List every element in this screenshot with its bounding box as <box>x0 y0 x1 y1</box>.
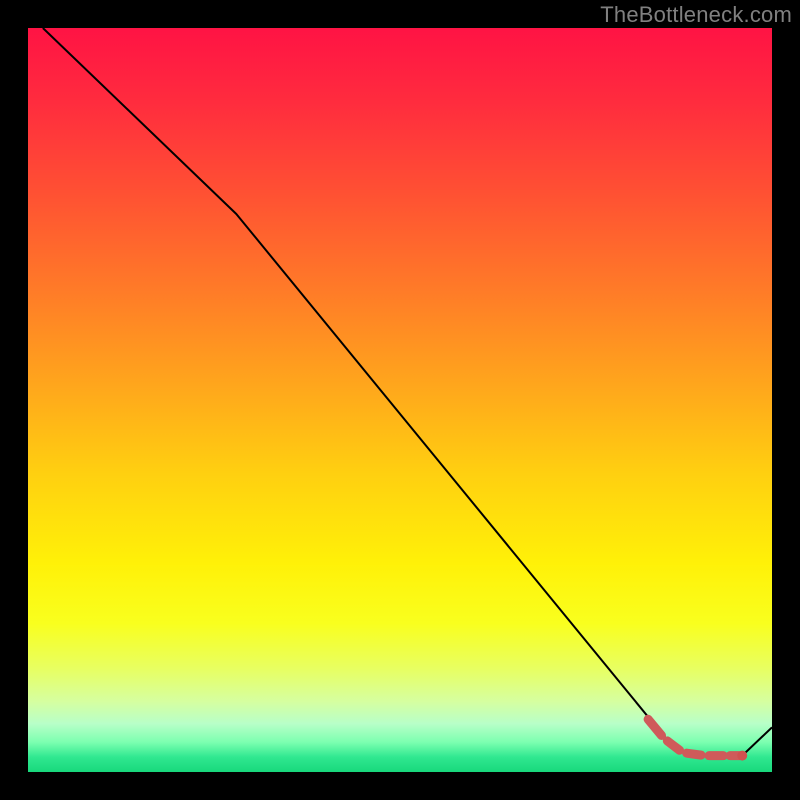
dash-optimal-range-marker-2 <box>687 753 701 755</box>
chart-svg <box>28 28 772 772</box>
plot-area <box>28 28 772 772</box>
chart-stage: TheBottleneck.com <box>0 0 800 800</box>
watermark-text: TheBottleneck.com <box>600 2 792 28</box>
gradient-background <box>28 28 772 772</box>
marker-optimal-point <box>737 751 747 761</box>
